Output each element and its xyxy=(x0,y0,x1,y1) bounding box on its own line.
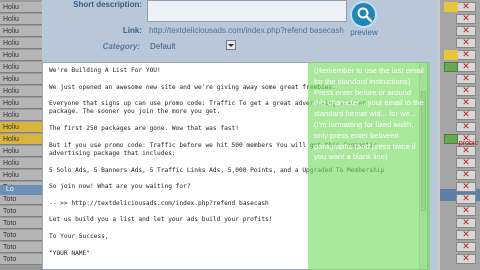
background-list-row: Toto xyxy=(0,254,42,265)
magnifier-icon xyxy=(350,1,377,28)
delete-icon[interactable]: ✕ xyxy=(456,2,476,12)
edit-ad-dialog: Short description: Link: http://textdeli… xyxy=(42,0,438,270)
background-list-row: Holiu xyxy=(0,170,42,181)
category-dropdown-button[interactable] xyxy=(226,40,236,50)
category-select-value[interactable]: Default xyxy=(150,42,175,51)
delete-icon[interactable]: ✕ xyxy=(456,74,476,84)
category-label: Category: xyxy=(102,42,140,51)
background-list-row: Toto xyxy=(0,242,42,253)
formatting-note-text: (Remember to use the last email for the … xyxy=(314,66,424,162)
chevron-down-icon xyxy=(228,44,234,47)
delete-icon[interactable]: ✕ xyxy=(456,62,476,72)
background-list-band: Lo xyxy=(0,185,42,195)
delete-icon[interactable]: ✕ xyxy=(456,170,476,180)
background-list-row: Holiu xyxy=(0,158,42,169)
formatting-note: (Remember to use the last email for the … xyxy=(308,62,430,270)
status-cell xyxy=(444,134,458,144)
background-list-right: ✕ ✕ ✕ ✕ ✕ ✕ ✕ ✕ ✕ ✕ ✕ ✕ ✕ ✕ ✕ ✕ ✕ ✕ ✕ ✕ ✕ ✕ probic xyxy=(440,0,480,270)
background-list-row: Holiu xyxy=(0,38,42,49)
delete-icon[interactable]: ✕ xyxy=(456,86,476,96)
background-list-left: Holiu Holiu Holiu Holiu Holiu Holiu Holiu Holiu… xyxy=(0,0,42,270)
link-field[interactable]: http://textdeliciousads.com/index.php?re… xyxy=(149,26,344,35)
background-list-row: Toto xyxy=(0,194,42,205)
delete-icon[interactable]: ✕ xyxy=(456,218,476,228)
background-list-row: Toto xyxy=(0,230,42,241)
background-list-row: Holiu xyxy=(0,2,42,13)
link-label: Link: xyxy=(122,26,142,35)
preview-button[interactable]: preview xyxy=(338,0,390,42)
delete-icon[interactable]: ✕ xyxy=(456,182,476,192)
status-cell xyxy=(444,50,458,60)
background-list-row: Holiu xyxy=(0,62,42,73)
background-list-row: Holiu xyxy=(0,14,42,25)
short-description-field[interactable] xyxy=(147,0,347,22)
background-list-row: Holiu xyxy=(0,74,42,85)
background-list-row: Holiu xyxy=(0,98,42,109)
delete-icon[interactable]: ✕ xyxy=(456,14,476,24)
background-list-row: Toto xyxy=(0,218,42,229)
delete-icon[interactable]: ✕ xyxy=(456,110,476,120)
delete-icon[interactable]: ✕ xyxy=(456,26,476,36)
status-cell xyxy=(444,62,458,72)
status-cell xyxy=(444,2,458,12)
delete-icon[interactable]: ✕ xyxy=(456,194,476,204)
preview-label: preview xyxy=(350,28,378,37)
background-list-row: Holiu xyxy=(0,122,42,133)
background-right-label: probic xyxy=(458,140,478,147)
delete-icon[interactable]: ✕ xyxy=(456,146,476,156)
delete-icon[interactable]: ✕ xyxy=(456,206,476,216)
delete-icon[interactable]: ✕ xyxy=(456,38,476,48)
background-list-row: Holiu xyxy=(0,86,42,97)
background-list-row: Holiu xyxy=(0,26,42,37)
background-list-row: Holiu xyxy=(0,134,42,145)
delete-icon[interactable]: ✕ xyxy=(456,98,476,108)
delete-icon[interactable]: ✕ xyxy=(456,230,476,240)
short-description-label: Short description: xyxy=(73,0,142,9)
background-list-row: Holiu xyxy=(0,110,42,121)
delete-icon[interactable]: ✕ xyxy=(456,254,476,264)
background-list-row: Toto xyxy=(0,206,42,217)
delete-icon[interactable]: ✕ xyxy=(456,158,476,168)
delete-icon[interactable]: ✕ xyxy=(456,122,476,132)
background-list-row: Holiu xyxy=(0,146,42,157)
delete-icon[interactable]: ✕ xyxy=(456,242,476,252)
delete-icon[interactable]: ✕ xyxy=(456,50,476,60)
background-list-row: Holiu xyxy=(0,50,42,61)
